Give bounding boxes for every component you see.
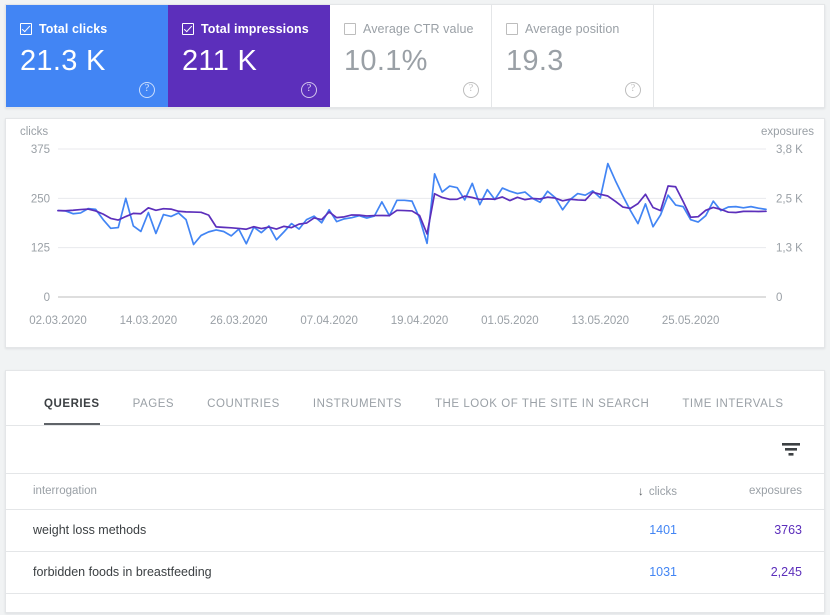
performance-chart[interactable]: 375 3,8 K 250 2,5 K 125 1,3 K 0 0 clicks exposure… [6,119,824,347]
metric-label: Total clicks [39,22,108,36]
metric-value: 19.3 [506,45,564,77]
checkbox-average-ctr[interactable] [344,23,356,35]
svg-text:125: 125 [31,243,50,255]
search-console-performance-page: Total clicks 21.3 K ? Total impressions … [0,0,830,615]
checkbox-total-clicks[interactable] [20,23,32,35]
column-header-query[interactable]: interrogation [6,474,566,510]
svg-text:exposures: exposures [761,126,814,138]
filter-icon[interactable] [780,440,802,458]
metric-label: Total impressions [201,22,309,36]
svg-text:26.03.2020: 26.03.2020 [210,315,268,327]
metric-value: 10.1% [344,45,428,77]
metric-card-header: Average position [506,21,639,37]
metric-card-header: Average CTR value [344,21,477,37]
svg-text:0: 0 [44,292,50,304]
tab-queries[interactable]: QUERIES [44,398,100,425]
metric-value: 211 K [182,45,258,77]
metric-card-total-impressions[interactable]: Total impressions 211 K ? [168,5,330,107]
cell-exposures: 3763 [701,509,824,552]
cell-clicks: 1031 [566,551,701,594]
help-icon[interactable]: ? [625,82,641,98]
filter-toolbar [6,426,824,474]
cell-query: weight loss methods [6,509,566,552]
svg-text:2,5 K: 2,5 K [776,193,803,205]
metric-card-header: Total clicks [20,21,153,37]
dimension-table-panel: QUERIES PAGES COUNTRIES INSTRUMENTS THE … [5,370,825,613]
table-row[interactable]: forbidden foods in breastfeeding 1031 2,… [6,551,824,594]
metric-card-total-clicks[interactable]: Total clicks 21.3 K ? [6,5,168,107]
metric-value: 21.3 K [20,45,106,77]
table-header-row: interrogation ↓ clicks exposures [6,474,824,510]
metric-label: Average CTR value [363,22,474,36]
metric-cards-panel: Total clicks 21.3 K ? Total impressions … [5,4,825,108]
tab-time-intervals[interactable]: TIME INTERVALS [682,398,783,425]
svg-text:07.04.2020: 07.04.2020 [300,315,358,327]
checkbox-total-impressions[interactable] [182,23,194,35]
table-row[interactable]: weight loss methods 1401 3763 [6,509,824,552]
metric-card-header: Total impressions [182,21,315,37]
help-icon[interactable]: ? [301,82,317,98]
column-header-exposures[interactable]: exposures [701,474,824,510]
cell-query: forbidden foods in breastfeeding [6,551,566,594]
metric-card-average-ctr[interactable]: Average CTR value 10.1% ? [330,5,492,107]
svg-text:14.03.2020: 14.03.2020 [120,315,178,327]
metric-label: Average position [525,22,620,36]
cell-exposures: 2,245 [701,551,824,594]
metric-card-average-position[interactable]: Average position 19.3 ? [492,5,654,107]
performance-chart-panel: 375 3,8 K 250 2,5 K 125 1,3 K 0 0 clicks exposure… [5,118,825,348]
svg-text:02.03.2020: 02.03.2020 [29,315,87,327]
tab-look-of-site-in-search[interactable]: THE LOOK OF THE SITE IN SEARCH [435,398,649,425]
svg-text:19.04.2020: 19.04.2020 [391,315,449,327]
svg-text:clicks: clicks [20,126,48,138]
svg-text:01.05.2020: 01.05.2020 [481,315,539,327]
svg-text:13.05.2020: 13.05.2020 [572,315,630,327]
cell-clicks: 1401 [566,509,701,552]
svg-text:250: 250 [31,193,50,205]
svg-text:375: 375 [31,144,50,156]
tab-pages[interactable]: PAGES [133,398,175,425]
tab-instruments[interactable]: INSTRUMENTS [313,398,402,425]
table-body: weight loss methods 1401 3763 forbidden … [6,509,824,594]
sort-descending-icon: ↓ [637,484,644,499]
tab-countries[interactable]: COUNTRIES [207,398,280,425]
svg-text:25.05.2020: 25.05.2020 [662,315,720,327]
queries-table: interrogation ↓ clicks exposures weight l… [6,474,824,594]
dimension-tabs: QUERIES PAGES COUNTRIES INSTRUMENTS THE … [6,371,824,426]
svg-text:0: 0 [776,292,782,304]
metric-cards-empty-space [654,5,824,107]
checkbox-average-position[interactable] [506,23,518,35]
help-icon[interactable]: ? [463,82,479,98]
svg-text:3,8 K: 3,8 K [776,144,803,156]
column-header-clicks-label: clicks [648,486,677,499]
help-icon[interactable]: ? [139,82,155,98]
svg-text:1,3 K: 1,3 K [776,243,803,255]
column-header-clicks[interactable]: ↓ clicks [566,474,701,510]
table-head: interrogation ↓ clicks exposures [6,474,824,510]
